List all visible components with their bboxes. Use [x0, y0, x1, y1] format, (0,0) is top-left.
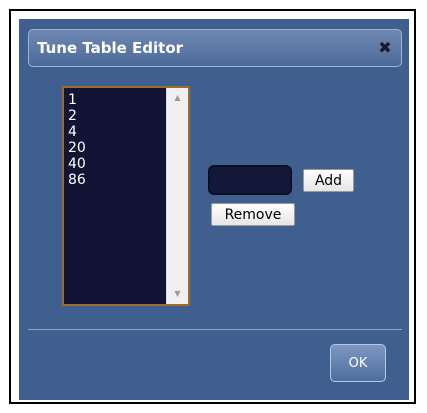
ok-button[interactable]: OK [330, 344, 386, 382]
scroll-up-icon[interactable]: ▲ [167, 90, 188, 106]
tune-table-editor-dialog: Tune Table Editor ✖ 1 2 4 20 40 86 ▲ ▼ A… [19, 19, 409, 400]
list-item[interactable]: 2 [68, 108, 168, 124]
add-button[interactable]: Add [303, 169, 354, 192]
list-item[interactable]: 4 [68, 124, 168, 140]
tune-values-listbox[interactable]: 1 2 4 20 40 86 ▲ ▼ [62, 86, 190, 306]
close-icon[interactable]: ✖ [375, 38, 395, 58]
remove-button[interactable]: Remove [211, 203, 295, 226]
scroll-down-icon[interactable]: ▼ [167, 286, 188, 302]
list-item[interactable]: 20 [68, 140, 168, 156]
value-input[interactable] [208, 165, 292, 195]
dialog-title: Tune Table Editor [37, 39, 184, 57]
dialog-titlebar[interactable]: Tune Table Editor ✖ [28, 29, 402, 67]
list-item[interactable]: 86 [68, 172, 168, 188]
list-scrollbar[interactable]: ▲ ▼ [166, 88, 188, 304]
list-item[interactable]: 1 [68, 92, 168, 108]
list-items: 1 2 4 20 40 86 [68, 92, 168, 188]
footer-divider [28, 329, 402, 330]
list-item[interactable]: 40 [68, 156, 168, 172]
